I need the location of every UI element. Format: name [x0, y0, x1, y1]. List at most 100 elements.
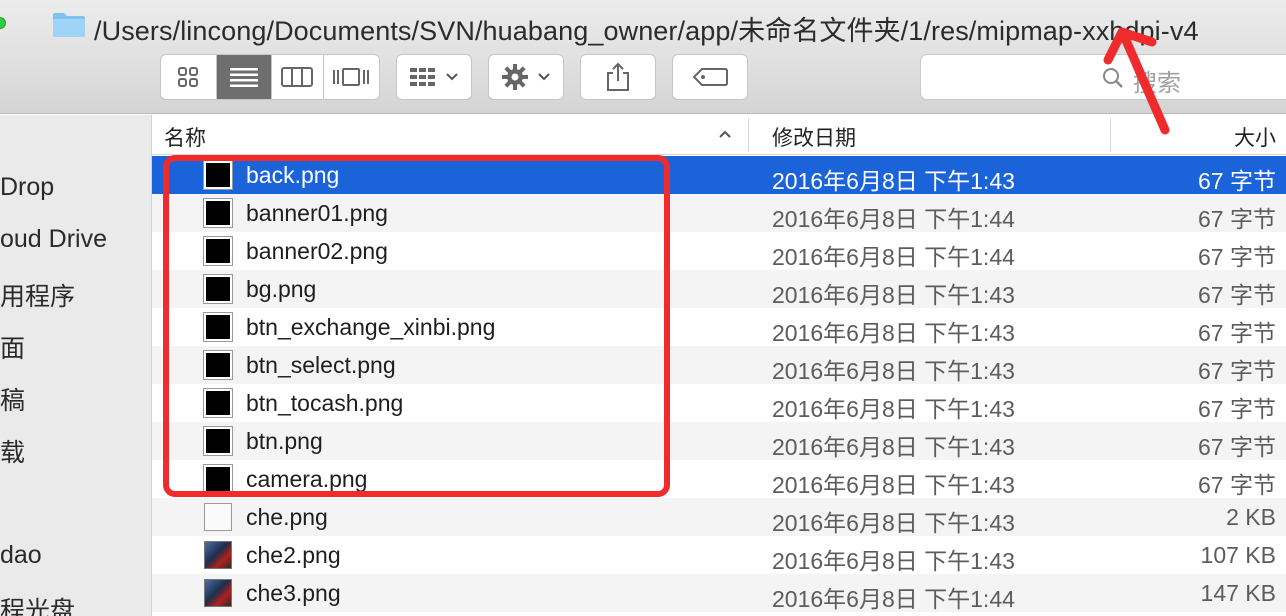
file-date: 2016年6月8日 下午1:43: [772, 358, 1015, 384]
tag-icon: [692, 68, 728, 86]
file-row[interactable]: che2.png 2016年6月8日 下午1:43 107 KB: [152, 536, 1286, 574]
file-name: btn_exchange_xinbi.png: [246, 314, 496, 340]
sidebar-item-airdrop[interactable]: Drop: [0, 173, 54, 202]
file-date: 2016年6月8日 下午1:43: [772, 282, 1015, 308]
sidebar-item-device[interactable]: dao: [0, 541, 42, 570]
column-name-header[interactable]: 名称: [164, 122, 206, 152]
file-size: 67 字节: [1198, 282, 1276, 308]
image-file-icon: [203, 388, 233, 418]
file-date: 2016年6月8日 下午1:43: [772, 320, 1015, 346]
image-file-icon: [203, 160, 233, 190]
image-file-icon: [203, 312, 233, 342]
file-row[interactable]: camera.png 2016年6月8日 下午1:43 67 字节: [152, 460, 1286, 498]
file-row[interactable]: back.png 2016年6月8日 下午1:43 67 字节: [152, 156, 1286, 194]
cover-flow-icon: [333, 68, 370, 86]
sidebar-item-documents[interactable]: 稿: [0, 381, 25, 417]
file-date: 2016年6月8日 下午1:43: [772, 548, 1015, 574]
file-date: 2016年6月8日 下午1:44: [772, 206, 1015, 232]
file-name: banner01.png: [246, 200, 388, 226]
file-size: 147 KB: [1200, 580, 1276, 606]
file-row[interactable]: banner02.png 2016年6月8日 下午1:44 67 字节: [152, 232, 1286, 270]
file-name: back.png: [246, 162, 340, 188]
view-mode-selector: [160, 54, 380, 100]
share-button[interactable]: [580, 54, 656, 100]
file-name: bg.png: [246, 276, 317, 302]
file-list: back.png 2016年6月8日 下午1:43 67 字节 banner01.pn…: [152, 156, 1286, 612]
file-size: 107 KB: [1200, 542, 1276, 568]
file-size: 67 字节: [1198, 434, 1276, 460]
window-title-path: /Users/lincong/Documents/SVN/huabang_own…: [94, 16, 1199, 46]
file-size: 67 字节: [1198, 168, 1276, 194]
file-size: 67 字节: [1198, 472, 1276, 498]
file-name: che2.png: [246, 542, 341, 568]
chevron-down-icon: [538, 73, 550, 81]
file-row[interactable]: bg.png 2016年6月8日 下午1:43 67 字节: [152, 270, 1286, 308]
list-view-icon: [229, 68, 258, 87]
image-file-icon: [203, 350, 233, 380]
file-date: 2016年6月8日 下午1:43: [772, 434, 1015, 460]
tags-button[interactable]: [672, 54, 748, 100]
toolbar: 搜索: [0, 50, 1286, 114]
column-size-header[interactable]: 大小: [1234, 122, 1276, 152]
column-date-header[interactable]: 修改日期: [772, 122, 856, 152]
file-row[interactable]: che3.png 2016年6月8日 下午1:44 147 KB: [152, 574, 1286, 612]
file-name: banner02.png: [246, 238, 388, 264]
file-date: 2016年6月8日 下午1:43: [772, 168, 1015, 194]
sort-ascending-icon: [719, 130, 731, 138]
icon-view-icon: [178, 67, 199, 87]
column-view-button[interactable]: [272, 55, 324, 99]
file-date: 2016年6月8日 下午1:44: [772, 586, 1015, 612]
file-name: btn_select.png: [246, 352, 396, 378]
cover-flow-button[interactable]: [324, 55, 379, 99]
gear-icon: [502, 64, 528, 90]
file-row[interactable]: btn_select.png 2016年6月8日 下午1:43 67 字节: [152, 346, 1286, 384]
file-size: 67 字节: [1198, 358, 1276, 384]
sidebar-item-desktop[interactable]: 面: [0, 329, 25, 365]
sidebar-item-icloud-drive[interactable]: oud Drive: [0, 225, 107, 254]
folder-icon: [53, 13, 85, 37]
icon-view-button[interactable]: [161, 55, 217, 99]
file-row[interactable]: btn.png 2016年6月8日 下午1:43 67 字节: [152, 422, 1286, 460]
file-name: che3.png: [246, 580, 341, 606]
photo-file-icon: [204, 541, 232, 569]
action-button[interactable]: [488, 54, 564, 100]
file-size: 67 字节: [1198, 396, 1276, 422]
column-divider[interactable]: [748, 118, 749, 152]
document-file-icon: [204, 503, 232, 531]
sidebar-item-applications[interactable]: 用程序: [0, 277, 75, 313]
file-name: btn.png: [246, 428, 323, 454]
column-view-icon: [281, 67, 314, 87]
title-bar: /Users/lincong/Documents/SVN/huabang_own…: [0, 0, 1286, 50]
file-name: btn_tocash.png: [246, 390, 404, 416]
image-file-icon: [203, 274, 233, 304]
file-date: 2016年6月8日 下午1:43: [772, 510, 1015, 536]
red-arrow-annotation: [1103, 27, 1170, 135]
file-size: 2 KB: [1226, 504, 1276, 530]
file-date: 2016年6月8日 下午1:43: [772, 472, 1015, 498]
arrange-icon: [410, 68, 435, 86]
sidebar: Drop oud Drive 用程序 面 稿 载 dao 程光盘: [0, 115, 152, 616]
sidebar-item-downloads[interactable]: 载: [0, 433, 25, 469]
photo-file-icon: [204, 579, 232, 607]
image-file-icon: [203, 464, 233, 494]
sidebar-item-remote-disc[interactable]: 程光盘: [0, 591, 75, 616]
file-size: 67 字节: [1198, 244, 1276, 270]
file-row[interactable]: che.png 2016年6月8日 下午1:43 2 KB: [152, 498, 1286, 536]
file-size: 67 字节: [1198, 206, 1276, 232]
file-name: camera.png: [246, 466, 368, 492]
file-date: 2016年6月8日 下午1:43: [772, 396, 1015, 422]
image-file-icon: [203, 426, 233, 456]
chevron-down-icon: [446, 73, 458, 81]
file-name: che.png: [246, 504, 328, 530]
arrange-button[interactable]: [396, 54, 472, 100]
file-row[interactable]: btn_tocash.png 2016年6月8日 下午1:43 67 字节: [152, 384, 1286, 422]
file-date: 2016年6月8日 下午1:44: [772, 244, 1015, 270]
share-icon: [607, 62, 629, 91]
file-row[interactable]: btn_exchange_xinbi.png 2016年6月8日 下午1:43 67…: [152, 308, 1286, 346]
file-row[interactable]: banner01.png 2016年6月8日 下午1:44 67 字节: [152, 194, 1286, 232]
list-view-button[interactable]: [216, 55, 272, 99]
image-file-icon: [203, 198, 233, 228]
zoom-window-button[interactable]: [0, 17, 6, 29]
image-file-icon: [203, 236, 233, 266]
file-size: 67 字节: [1198, 320, 1276, 346]
